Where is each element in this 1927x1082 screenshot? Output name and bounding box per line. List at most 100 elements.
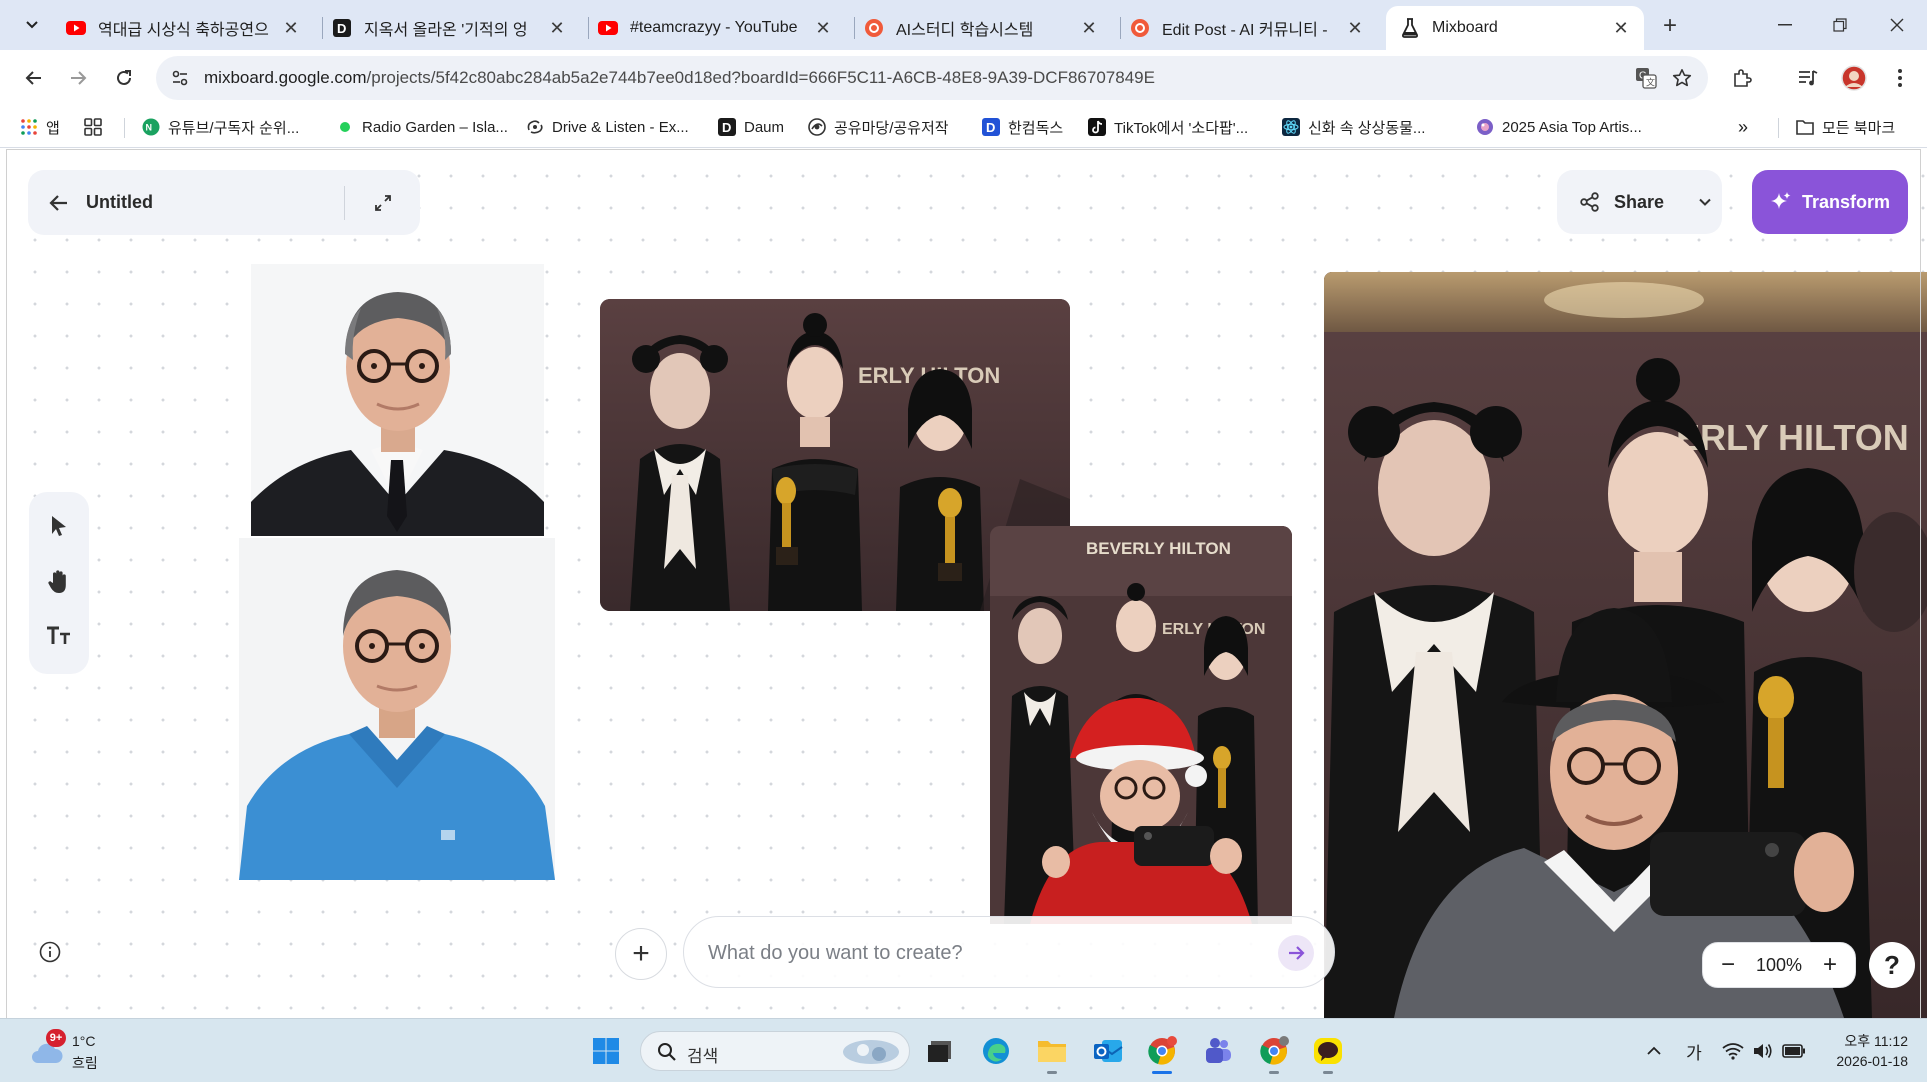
outlook-app[interactable] (1086, 1029, 1130, 1073)
share-label: Share (1613, 191, 1665, 212)
running-indicator (1047, 1071, 1057, 1074)
bookmark-label: 유튜브/구독자 순위... (168, 119, 300, 137)
close-icon[interactable]: ✕ (1078, 17, 1100, 39)
tab-5[interactable]: Edit Post - AI 커뮤니티 - ✕ (1116, 6, 1378, 50)
bookmark-drive-listen[interactable]: Drive & Listen - Ex... (526, 114, 689, 140)
kakaotalk-icon (1314, 1038, 1342, 1064)
daum-icon: D (332, 18, 352, 38)
canvas-image-group-santa[interactable]: BEVERLY HILTON ERLY HILTON (990, 526, 1292, 924)
globe-icon (1476, 118, 1494, 136)
edge-app[interactable] (974, 1029, 1018, 1073)
translate-icon[interactable]: G文 (1632, 64, 1660, 92)
bookmark-radio-garden[interactable]: Radio Garden – Isla... (336, 114, 508, 140)
forward-button[interactable] (60, 60, 96, 96)
select-tool[interactable] (39, 506, 79, 546)
chrome-app-active[interactable] (1140, 1029, 1184, 1074)
bookmark-apps[interactable]: 앱 (20, 114, 60, 140)
system-clock[interactable]: 오후 11:12 2026-01-18 (1818, 1031, 1908, 1071)
bookmark-youtube-ranking[interactable]: N 유튜브/구독자 순위... (142, 114, 299, 140)
help-button[interactable]: ? (1869, 942, 1915, 988)
bookmark-hancom[interactable]: D 한컴독스 (982, 114, 1063, 140)
chrome-profile-app[interactable] (1252, 1029, 1296, 1074)
extensions-icon[interactable] (1724, 60, 1760, 96)
tab-1[interactable]: 역대급 시상식 축하공연으 ✕ (52, 6, 314, 50)
kakaotalk-app[interactable] (1306, 1029, 1350, 1074)
close-icon[interactable]: ✕ (546, 17, 568, 39)
teams-app[interactable] (1196, 1029, 1240, 1073)
back-button[interactable] (16, 60, 52, 96)
bookmark-tiktok[interactable]: TikTok에서 '소다팝'... (1088, 114, 1248, 140)
zoom-out-button[interactable]: − (1715, 951, 1741, 978)
bookmarks-overflow-button[interactable]: » (1738, 114, 1748, 140)
close-icon[interactable]: ✕ (280, 17, 302, 39)
text-size-icon (47, 626, 70, 644)
bookmark-myth-animals[interactable]: 신화 속 상상동물... (1282, 114, 1425, 140)
tool-rail (29, 492, 89, 674)
canvas-image-group-hanbok[interactable]: ERLY HILTON (1324, 272, 1927, 1018)
profile-avatar[interactable] (1836, 60, 1872, 96)
bookmark-label: 2025 Asia Top Artis... (1502, 118, 1642, 136)
close-icon[interactable]: ✕ (1344, 17, 1366, 39)
close-icon[interactable]: ✕ (812, 17, 834, 39)
wifi-icon[interactable] (1720, 1037, 1746, 1065)
restore-button[interactable] (1815, 8, 1865, 42)
more-menu-icon[interactable] (1882, 60, 1918, 96)
window-close-button[interactable] (1872, 8, 1922, 42)
taskbar-search[interactable]: 검색 (640, 1031, 910, 1071)
canvas-image-portrait-polo[interactable] (239, 538, 555, 880)
tab-2[interactable]: D 지옥서 올라온 '기적의 엉 ✕ (318, 6, 580, 50)
expand-icon (375, 195, 391, 211)
transform-button[interactable]: Transform (1752, 170, 1908, 234)
close-icon[interactable]: ✕ (1610, 17, 1632, 39)
all-bookmarks-folder[interactable]: 모든 북마크 (1796, 114, 1895, 140)
weather-widget[interactable]: 9+ 1°C 흐림 (30, 1029, 140, 1073)
tab-3[interactable]: #teamcrazyy - YouTube ✕ (584, 6, 846, 50)
ime-indicator[interactable]: 가 (1682, 1037, 1706, 1065)
file-explorer-app[interactable] (1030, 1029, 1074, 1074)
tab-4[interactable]: AI스터디 학습시스템 ✕ (850, 6, 1112, 50)
board-title-card: Untitled (28, 170, 420, 235)
start-button[interactable] (584, 1029, 628, 1073)
bookmark-tab-groups[interactable] (84, 114, 110, 140)
search-label: 검색 (687, 1047, 719, 1066)
fullscreen-button[interactable] (366, 186, 400, 220)
volume-icon[interactable] (1750, 1037, 1776, 1065)
bookmark-asia-artist[interactable]: 2025 Asia Top Artis... (1476, 114, 1642, 140)
info-button[interactable] (37, 939, 63, 965)
battery-icon[interactable] (1780, 1037, 1808, 1065)
add-media-button[interactable]: + (615, 928, 667, 980)
daum-icon: D (718, 118, 736, 136)
minimize-button[interactable] (1760, 8, 1810, 42)
chevron-down-icon (26, 21, 38, 29)
mixboard-canvas[interactable]: ERLY HILTON BEVERLY HILTON ERLY ERLY HIL… (7, 150, 1927, 1018)
back-button[interactable] (42, 186, 76, 220)
share-options-button[interactable] (1687, 170, 1722, 234)
bookmark-star-icon[interactable] (1668, 64, 1696, 92)
zoom-in-button[interactable]: + (1817, 951, 1843, 978)
zoom-level: 100% (1755, 954, 1803, 975)
bookmark-daum[interactable]: D Daum (718, 114, 784, 140)
send-button[interactable] (1278, 935, 1314, 971)
tab-6-active[interactable]: Mixboard ✕ (1386, 6, 1644, 50)
outlook-icon (1094, 1040, 1123, 1062)
share-button[interactable]: Share (1557, 170, 1687, 234)
new-tab-button[interactable]: + (1654, 10, 1686, 42)
tray-overflow-button[interactable] (1642, 1037, 1666, 1065)
board-title[interactable]: Untitled (86, 192, 153, 213)
task-view-app[interactable] (918, 1029, 962, 1073)
canvas-image-portrait-suit[interactable] (251, 264, 544, 536)
text-tool[interactable] (39, 616, 79, 656)
drive-icon (526, 118, 544, 136)
address-bar[interactable]: mixboard.google.com/projects/5f42c80abc2… (156, 56, 1708, 100)
share-icon (1580, 192, 1599, 212)
media-control-icon[interactable] (1790, 60, 1826, 96)
bookmark-gongu[interactable]: 공유마당/공유저작 (808, 114, 949, 140)
zoom-control: − 100% + (1702, 942, 1856, 988)
tab-search-button[interactable] (14, 10, 50, 40)
pan-tool[interactable] (39, 562, 79, 602)
bookmark-divider (124, 118, 125, 138)
site-info-icon[interactable] (166, 64, 194, 92)
prompt-input[interactable] (708, 937, 1228, 969)
reload-button[interactable] (106, 60, 142, 96)
youtube-icon (598, 18, 618, 38)
